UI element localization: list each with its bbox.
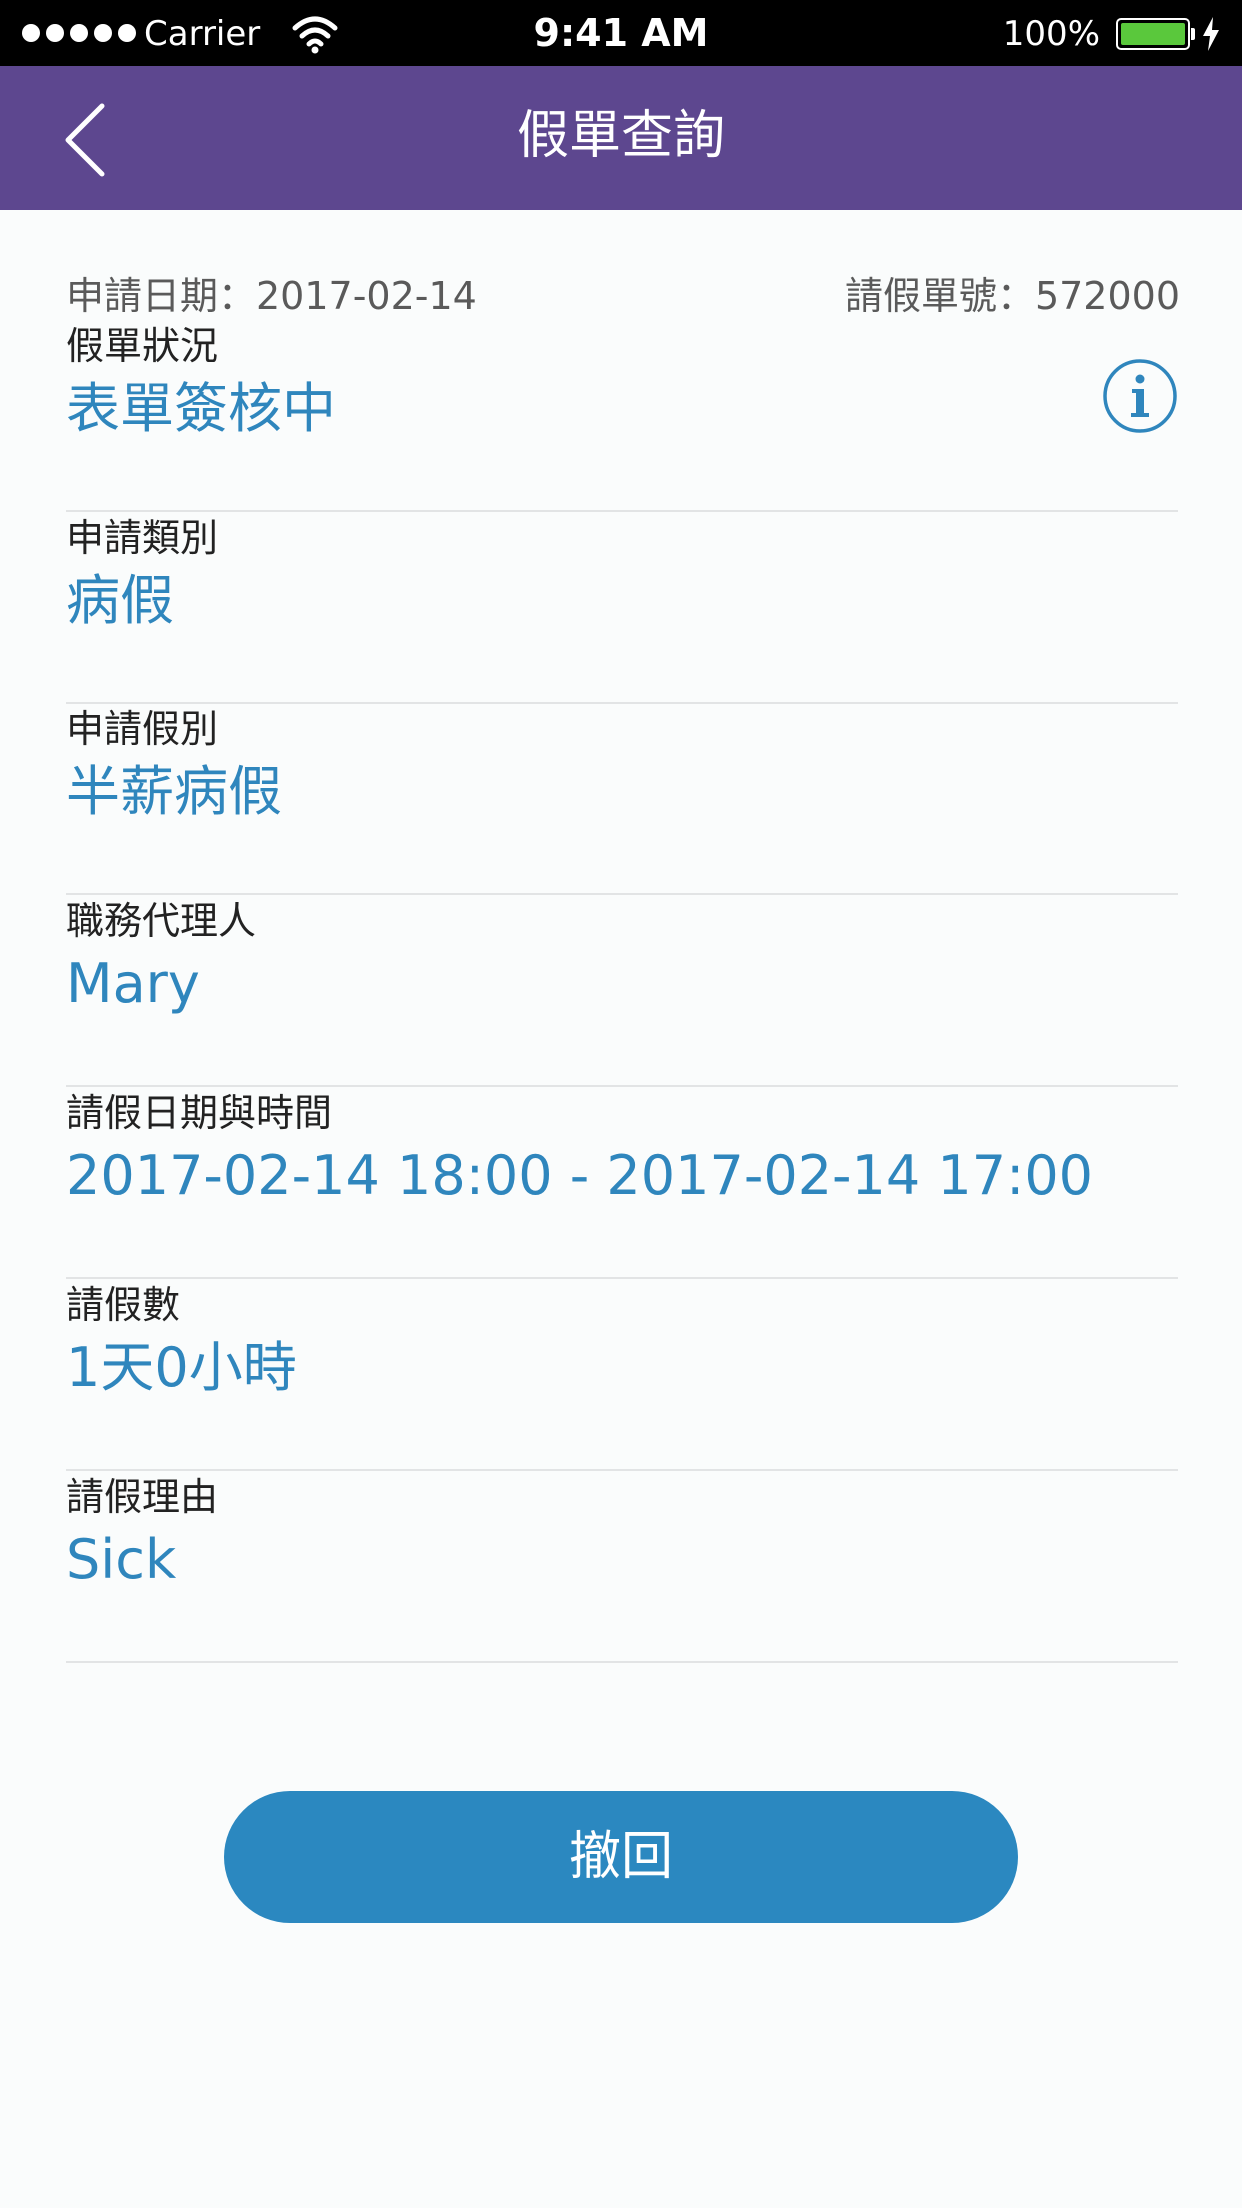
apply-date: 申請日期：2017-02-14 [66,274,477,318]
field-label: 申請類別 [66,516,219,560]
battery-cap [1191,28,1195,40]
field-value: 1天0小時 [66,1336,297,1399]
field-leave-type: 申請假別 半薪病假 [66,703,1178,895]
field-label: 假單狀況 [66,324,219,368]
info-icon [1103,359,1177,433]
navigation-bar: 假單查詢 [0,66,1242,210]
withdraw-button[interactable]: 撤回 [224,1791,1018,1923]
info-button[interactable] [1102,358,1178,434]
field-deputy: 職務代理人 Mary [66,895,1178,1087]
field-form-status: 假單狀況 表單簽核中 [66,320,1178,512]
charging-bolt-icon [1203,17,1219,51]
field-value: 2017-02-14 18:00 - 2017-02-14 17:00 [66,1144,1094,1207]
field-label: 職務代理人 [66,899,257,943]
field-label: 請假理由 [66,1475,219,1519]
field-value: 病假 [66,569,174,632]
field-label: 請假日期與時間 [66,1091,333,1135]
battery-icon [1116,18,1190,50]
field-value: 表單簽核中 [66,377,336,440]
divider [66,1661,1178,1663]
page-title: 假單查詢 [516,106,725,166]
field-value: Mary [66,952,200,1015]
status-bar: Carrier 9:41 AM 100% [0,0,1242,66]
field-value: 半薪病假 [66,760,282,823]
field-label: 請假數 [66,1283,181,1327]
field-leave-datetime: 請假日期與時間 2017-02-14 18:00 - 2017-02-14 17… [66,1087,1178,1279]
form-number: 請假單號：572000 [844,274,1180,318]
field-apply-category: 申請類別 病假 [66,512,1178,704]
field-leave-amount: 請假數 1天0小時 [66,1279,1178,1471]
field-leave-reason: 請假理由 Sick [66,1471,1178,1663]
field-value: Sick [66,1528,177,1591]
battery-percentage: 100% [1002,14,1100,54]
field-label: 申請假別 [66,707,219,751]
